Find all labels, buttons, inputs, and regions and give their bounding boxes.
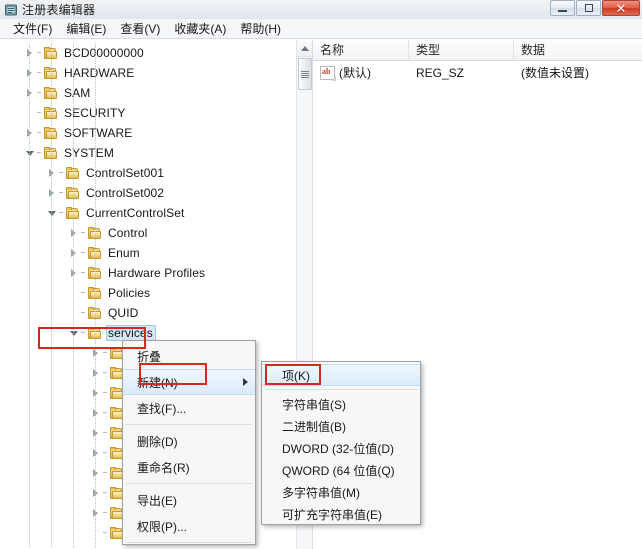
ctx-find[interactable]: 查找(F)... [123,395,255,421]
submenu-binary-value[interactable]: 二进制值(B) [262,415,420,437]
minimize-button[interactable] [550,0,575,16]
maximize-icon [584,4,593,12]
tree-node[interactable]: SYSTEM [0,143,296,163]
tree-node[interactable]: ControlSet001 [0,163,296,183]
registry-editor-window: 注册表编辑器 ✕ 文件(F) 编辑(E) 查看(V) 收藏夹(A) 帮助(H) … [0,0,642,549]
ctx-delete-label: 删除(D) [137,434,178,449]
submenu-binary-value-label: 二进制值(B) [282,419,346,434]
tree-guide-line [73,43,74,549]
tree-node-label: ControlSet001 [86,166,165,180]
ctx-permissions-label: 权限(P)... [137,519,187,534]
value-name-text: (默认) [339,66,371,80]
tree-node[interactable]: CurrentControlSet [0,203,296,223]
new-submenu[interactable]: 项(K) 字符串值(S) 二进制值(B) DWORD (32-位值(D) QWORD (… [261,361,421,525]
close-button[interactable]: ✕ [602,0,640,16]
tree-node[interactable]: Control [0,223,296,243]
column-header-name[interactable]: 名称 [313,39,409,61]
tree-node-label: SYSTEM [64,146,114,160]
registry-editor-icon [4,3,18,17]
submenu-dword-value-label: DWORD (32-位值(D) [282,441,394,456]
submenu-dword-value[interactable]: DWORD (32-位值(D) [262,437,420,459]
ctx-delete[interactable]: 删除(D) [123,428,255,454]
string-value-icon [320,65,336,81]
tree-node[interactable]: Enum [0,243,296,263]
tree-node[interactable]: SECURITY [0,103,296,123]
title-bar: 注册表编辑器 ✕ [0,0,642,20]
ctx-permissions[interactable]: 权限(P)... [123,513,255,539]
tree-node[interactable]: ControlSet002 [0,183,296,203]
submenu-string-value-label: 字符串值(S) [282,397,346,412]
menu-view[interactable]: 查看(V) [113,18,167,39]
menu-separator [265,389,417,390]
tree-node-label: CurrentControlSet [86,206,185,220]
context-menu[interactable]: 折叠新建(N)查找(F)...删除(D)重命名(R)导出(E)权限(P)...复… [122,340,256,545]
list-header: 名称 类型 数据 [313,39,642,61]
tree-node-label: Policies [108,286,151,300]
submenu-multi-string-label: 多字符串值(M) [282,485,360,500]
ctx-new-label: 新建(N) [137,375,178,390]
tree-node[interactable]: SAM [0,83,296,103]
submenu-qword-value[interactable]: QWORD (64 位值(Q) [262,459,420,481]
tree-node[interactable]: BCD00000000 [0,43,296,63]
tree-node[interactable]: Policies [0,283,296,303]
ctx-export[interactable]: 导出(E) [123,487,255,513]
tree-guide-line [95,43,96,549]
value-type-cell: REG_SZ [416,65,465,80]
menu-separator [126,542,252,543]
tree-node-label: Enum [108,246,140,260]
tree-node[interactable]: HARDWARE [0,63,296,83]
menu-help[interactable]: 帮助(H) [233,18,288,39]
window-title: 注册表编辑器 [22,3,96,17]
menu-edit[interactable]: 编辑(E) [59,18,113,39]
ctx-new[interactable]: 新建(N) [123,369,255,395]
tree-node-label: ControlSet002 [86,186,165,200]
submenu-multi-string[interactable]: 多字符串值(M) [262,481,420,503]
ctx-collapse[interactable]: 折叠 [123,343,255,369]
tree-node-label: SAM [64,86,91,100]
tree-node[interactable]: Hardware Profiles [0,263,296,283]
ctx-rename[interactable]: 重命名(R) [123,454,255,480]
submenu-string-value[interactable]: 字符串值(S) [262,393,420,415]
tree-node[interactable]: SOFTWARE [0,123,296,143]
table-row[interactable]: (默认) REG_SZ (数值未设置) [313,61,642,84]
scroll-thumb[interactable] [298,58,312,90]
column-header-data[interactable]: 数据 [514,40,642,61]
value-name-cell: (默认) [313,64,409,81]
menu-file[interactable]: 文件(F) [6,18,59,39]
menu-bar: 文件(F) 编辑(E) 查看(V) 收藏夹(A) 帮助(H) [0,19,642,39]
tree-node-label: Hardware Profiles [108,266,206,280]
submenu-qword-value-label: QWORD (64 位值(Q) [282,463,395,478]
menu-favorites[interactable]: 收藏夹(A) [167,18,233,39]
submenu-arrow-icon [243,378,248,386]
tree-node-label: Control [108,226,148,240]
submenu-key[interactable]: 项(K) [262,364,420,386]
menu-separator [126,483,252,484]
tree-node-label: services [106,325,156,341]
maximize-button[interactable] [576,0,601,16]
window-controls: ✕ [550,0,640,16]
ctx-find-label: 查找(F)... [137,401,187,416]
ctx-collapse-label: 折叠 [137,349,162,364]
ctx-export-label: 导出(E) [137,493,177,508]
tree-guide-line [29,43,30,549]
value-data-cell: (数值未设置) [521,66,589,80]
submenu-key-label: 项(K) [282,368,310,383]
column-header-type[interactable]: 类型 [409,39,514,61]
ctx-rename-label: 重命名(R) [137,460,190,475]
submenu-expandable-label: 可扩充字符串值(E) [282,507,382,522]
tree-node-label: BCD00000000 [64,46,144,60]
tree-node[interactable]: QUID [0,303,296,323]
tree-guide-line [51,43,52,549]
close-icon: ✕ [615,0,627,16]
submenu-expandable[interactable]: 可扩充字符串值(E) [262,503,420,525]
menu-separator [126,424,252,425]
minimize-icon [558,9,567,12]
scroll-up-icon[interactable] [297,40,312,57]
tree-node-label: QUID [108,306,139,320]
